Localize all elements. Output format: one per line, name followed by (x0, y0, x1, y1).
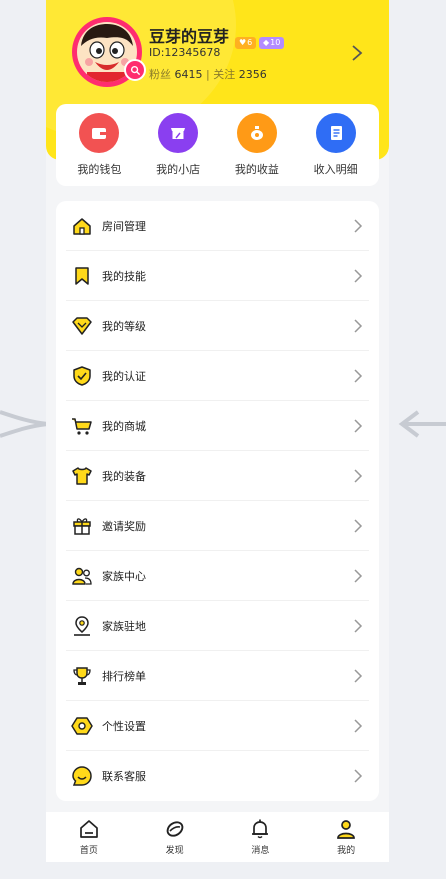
location-pin-icon (74, 615, 90, 636)
menu-item-label: 我的技能 (102, 269, 146, 283)
fans-count[interactable]: 6415 (175, 68, 203, 81)
menu-item-my-equipment[interactable]: 我的装备 (66, 451, 369, 501)
heart-icon: ♥ (239, 38, 247, 47)
house-icon (73, 217, 91, 235)
menu-item-my-verification[interactable]: 我的认证 (66, 351, 369, 401)
menu-item-label: 我的商城 (102, 419, 146, 433)
chevron-right-icon (354, 568, 363, 583)
bookmark-icon (75, 266, 89, 285)
wallet-icon (79, 113, 120, 153)
people-icon (72, 567, 92, 585)
chevron-right-icon (354, 368, 363, 383)
diamond-icon (72, 316, 92, 335)
discover-icon (166, 821, 183, 837)
charm-level-value: 10 (270, 38, 281, 47)
left-connector-arrow-icon (0, 410, 48, 438)
trophy-icon (73, 666, 91, 685)
hexagon-gear-icon (71, 716, 93, 735)
store-icon (158, 113, 199, 153)
tab-home[interactable]: 首页 (59, 818, 119, 856)
menu-item-my-mall[interactable]: 我的商城 (66, 401, 369, 451)
menu-item-customer-service[interactable]: 联系客服 (66, 751, 369, 801)
menu-item-label: 排行榜单 (102, 669, 146, 683)
user-stats: 粉丝 6415 | 关注 2356 (149, 66, 267, 82)
menu-item-my-skills[interactable]: 我的技能 (66, 251, 369, 301)
menu-item-invite-rewards[interactable]: 邀请奖励 (66, 501, 369, 551)
follow-count[interactable]: 2356 (239, 68, 267, 81)
menu-item-label: 联系客服 (102, 770, 146, 783)
menu-item-family-center[interactable]: 家族中心 (66, 551, 369, 601)
menu-item-label: 邀请奖励 (102, 519, 146, 533)
chevron-right-icon (354, 318, 363, 333)
quick-action-income-details[interactable]: 收入明细 (300, 113, 372, 177)
chevron-right-icon (354, 518, 363, 533)
menu-item-label: 房间管理 (102, 219, 146, 233)
fans-label: 粉丝 (149, 68, 171, 81)
profile-chevron-right-icon[interactable] (351, 44, 363, 62)
money-bag-icon (236, 113, 277, 153)
document-icon (315, 113, 356, 153)
chevron-right-icon (354, 468, 363, 483)
chevron-right-icon (354, 418, 363, 433)
menu-item-label: 个性设置 (102, 719, 146, 733)
quick-action-wallet[interactable]: 我的钱包 (63, 113, 135, 177)
shirt-icon (72, 466, 92, 485)
quick-action-label: 我的收益 (234, 163, 279, 176)
chevron-right-icon (354, 268, 363, 283)
menu-item-label: 家族驻地 (102, 619, 146, 633)
tab-label: 我的 (337, 846, 356, 856)
quick-actions-card: 我的钱包 我的小店 我的收益 收入明细 (56, 104, 379, 186)
menu-item-family-base[interactable]: 家族驻地 (66, 601, 369, 651)
gem-icon: ◆ (263, 38, 270, 47)
right-connector-arrow-icon (398, 410, 446, 438)
tab-label: 消息 (251, 846, 270, 856)
avatar-search-badge-icon (124, 59, 146, 81)
quick-action-label: 收入明细 (313, 163, 358, 176)
chevron-right-icon (354, 668, 363, 683)
chevron-right-icon (354, 618, 363, 633)
gift-icon (73, 517, 91, 535)
quick-action-label: 我的小店 (156, 163, 201, 176)
menu-item-personal-settings[interactable]: 个性设置 (66, 701, 369, 751)
avatar[interactable] (72, 17, 146, 87)
menu-item-label: 我的装备 (102, 469, 146, 483)
charm-level-badge: ◆ 10 (259, 37, 285, 49)
tab-label: 发现 (165, 846, 184, 856)
wealth-level-badge: ♥ 6 (235, 37, 257, 49)
chevron-right-icon (354, 769, 363, 783)
menu-item-label: 我的等级 (102, 319, 146, 333)
menu-item-leaderboard[interactable]: 排行榜单 (66, 651, 369, 701)
menu-item-my-level[interactable]: 我的等级 (66, 301, 369, 351)
phone-screen: 豆芽的豆芽 ♥ 6 ◆ 10 ID:12345678 粉丝 6415 | 关注 … (46, 0, 389, 862)
home-icon (80, 820, 98, 838)
user-name: 豆芽的豆芽 (149, 27, 230, 46)
tab-label: 首页 (79, 846, 98, 856)
bottom-tab-bar: 首页 发现 消息 我的 (46, 812, 389, 862)
cart-icon (72, 417, 92, 435)
menu-item-room-management[interactable]: 房间管理 (66, 201, 369, 251)
stats-divider: | (206, 68, 210, 81)
tab-me[interactable]: 我的 (316, 818, 376, 856)
chevron-right-icon (354, 718, 363, 733)
quick-action-store[interactable]: 我的小店 (142, 113, 214, 177)
quick-action-earnings[interactable]: 我的收益 (221, 113, 293, 177)
chevron-right-icon (354, 218, 363, 233)
menu-item-label: 我的认证 (102, 369, 146, 383)
quick-action-label: 我的钱包 (77, 163, 122, 176)
bell-icon (252, 819, 269, 839)
user-id: ID:12345678 (149, 46, 221, 59)
tab-discover[interactable]: 发现 (145, 818, 205, 856)
menu-item-label: 家族中心 (102, 569, 146, 583)
menu-list: 房间管理 我的技能 我的等级 我的认证 我的商城 我的装备 邀请奖励 家族中心 … (56, 201, 379, 801)
wealth-level-value: 6 (247, 38, 253, 47)
profile-icon (337, 820, 355, 839)
follow-label: 关注 (213, 68, 236, 81)
shield-check-icon (73, 365, 91, 386)
smile-chat-icon (72, 766, 92, 786)
tab-messages[interactable]: 消息 (230, 818, 290, 856)
